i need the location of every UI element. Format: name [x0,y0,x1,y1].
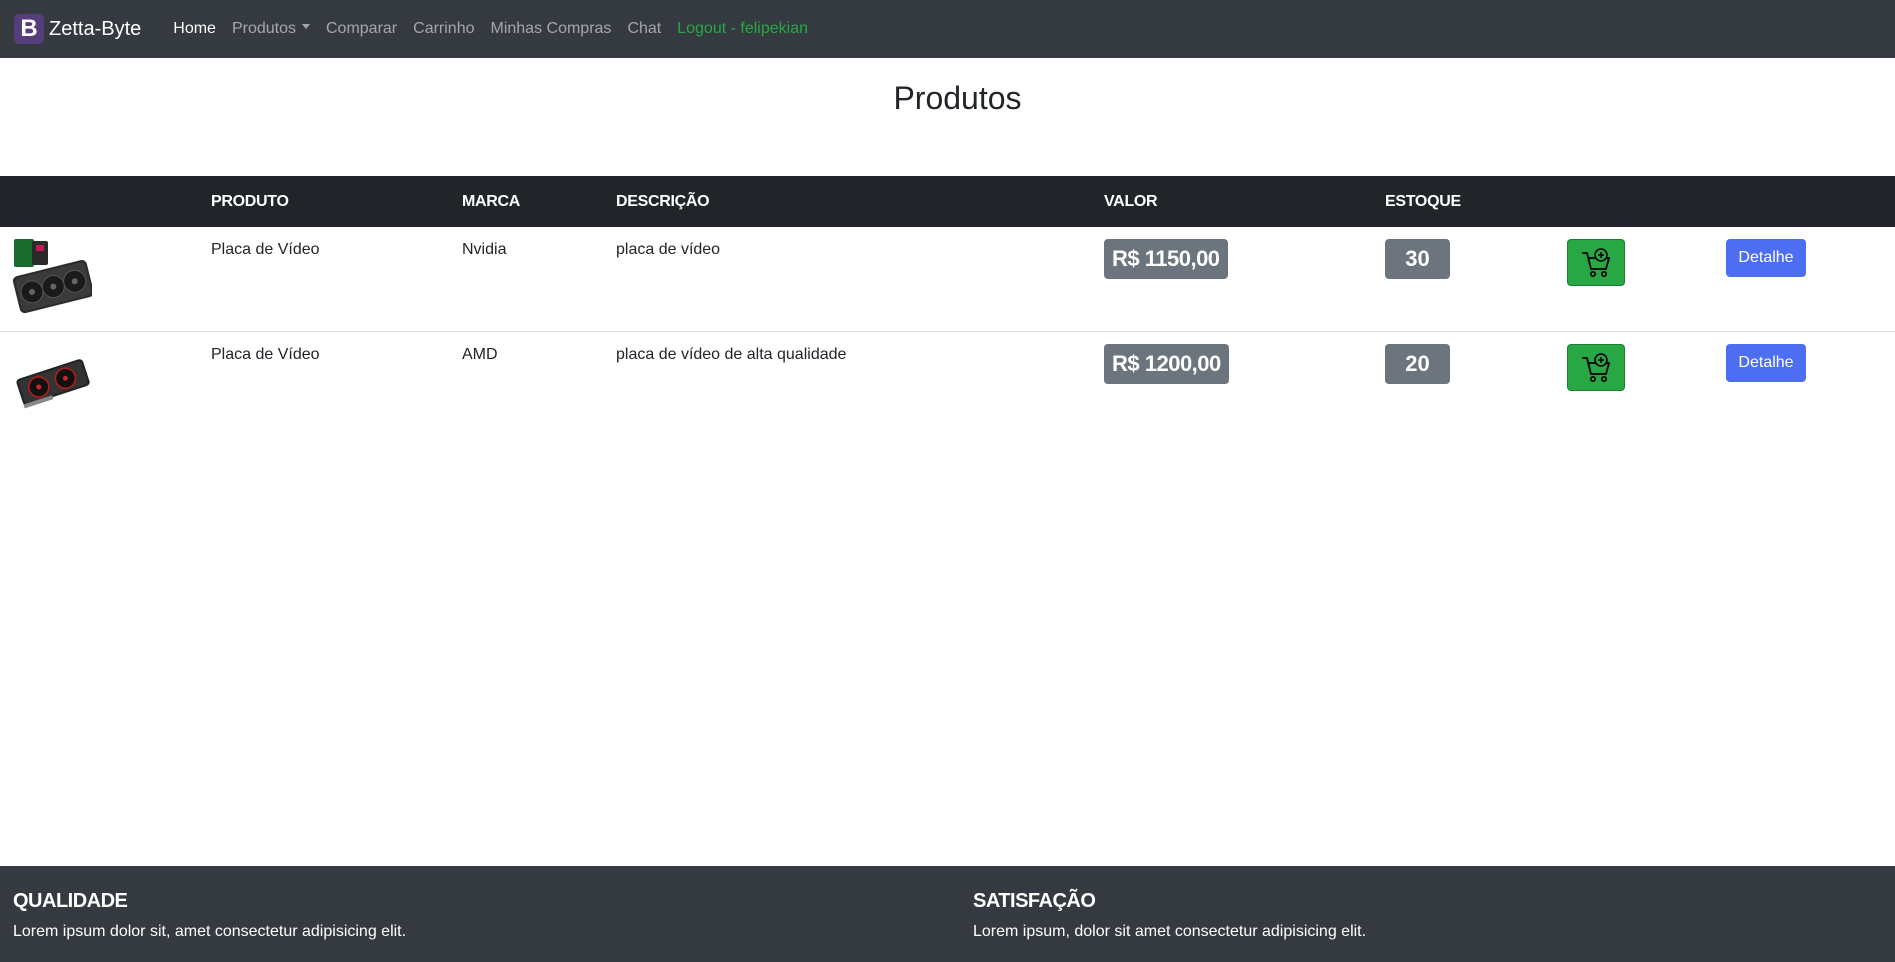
cart-plus-icon [1582,352,1610,382]
table-row: Placa de Vídeo AMD placa de vídeo de alt… [0,332,1895,437]
footer-text: Lorem ipsum, dolor sit amet consectetur … [973,923,1367,940]
column-header-marca: MARCA [462,193,521,210]
footer-column-satisfacao: SATISFAÇÃO Lorem ipsum, dolor sit amet c… [973,890,1366,941]
graphics-card-amd-icon [12,342,92,426]
column-header-produto: PRODUTO [211,193,289,210]
graphics-card-rog-icon [12,237,94,321]
brand-logo: B [14,14,44,44]
cell-descricao: placa de vídeo [616,241,721,258]
nav-comparar[interactable]: Comparar [326,20,397,38]
nav-produtos-dropdown[interactable]: Produtos [232,20,310,38]
table-row: Placa de Vídeo Nvidia placa de vídeo R$ … [0,227,1895,332]
price-badge: R$ 1150,00 [1104,239,1228,279]
detail-button[interactable]: Detalhe [1726,344,1806,382]
detail-button[interactable]: Detalhe [1726,239,1806,277]
cell-produto: Placa de Vídeo [211,346,320,363]
nav-carrinho[interactable]: Carrinho [413,20,474,38]
add-to-cart-button[interactable] [1567,239,1625,286]
cell-descricao: placa de vídeo de alta qualidade [616,346,847,363]
column-header-valor: VALOR [1104,193,1158,210]
nav-produtos-label: Produtos [231,20,296,37]
chevron-down-icon [302,24,310,30]
nav-logout[interactable]: Logout - felipekian [677,20,808,38]
cell-marca: Nvidia [462,241,507,258]
footer-column-qualidade: QUALIDADE Lorem ipsum dolor sit, amet co… [13,890,406,941]
footer: QUALIDADE Lorem ipsum dolor sit, amet co… [0,866,1895,962]
cell-produto: Placa de Vídeo [211,241,320,258]
nav-minhas-compras[interactable]: Minhas Compras [491,20,612,38]
cart-plus-icon [1582,247,1610,277]
stock-badge: 20 [1385,344,1450,384]
brand[interactable]: B Zetta-Byte [14,14,141,44]
table-header: PRODUTO MARCA DESCRIÇÃO VALOR ESTOQUE [0,176,1895,227]
navbar: B Zetta-Byte Home Produtos Comparar Carr… [0,0,1895,58]
price-badge: R$ 1200,00 [1104,344,1229,384]
footer-text: Lorem ipsum dolor sit, amet consectetur … [13,923,407,940]
column-header-estoque: ESTOQUE [1385,193,1461,210]
nav-home[interactable]: Home [173,20,216,38]
nav-chat[interactable]: Chat [627,20,661,38]
brand-name: Zetta-Byte [49,17,142,40]
page-title: Produtos [893,80,1022,116]
footer-title: QUALIDADE [13,890,128,912]
cell-marca: AMD [462,346,498,363]
add-to-cart-button[interactable] [1567,344,1625,391]
column-header-descricao: DESCRIÇÃO [616,193,710,210]
stock-badge: 30 [1385,239,1450,279]
footer-title: SATISFAÇÃO [973,890,1096,912]
